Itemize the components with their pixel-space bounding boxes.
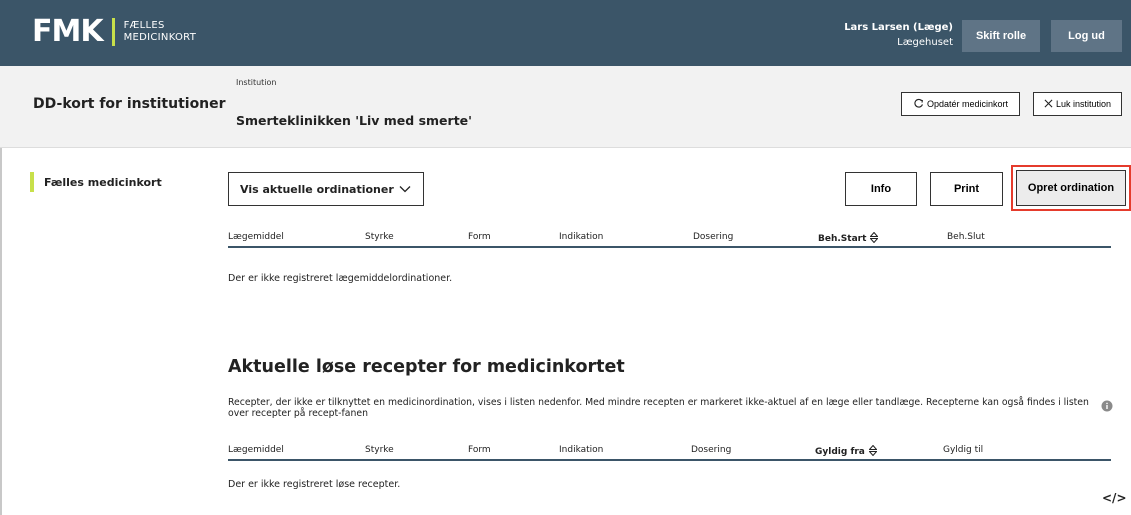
column-header-laegemiddel[interactable]: Lægemiddel <box>228 445 284 455</box>
left-divider <box>0 148 2 515</box>
fmk-logo: FMK FÆLLES MEDICINKORT <box>32 17 196 47</box>
page-title: DD-kort for institutioner <box>33 96 226 112</box>
column-header-form[interactable]: Form <box>468 445 491 455</box>
refresh-label: Opdatér medicinkort <box>926 99 1009 109</box>
column-header-styrke[interactable]: Styrke <box>365 445 394 455</box>
column-header-gyldig-fra[interactable]: Gyldig fra <box>815 444 878 459</box>
sidebar-item-faelles-medicinkort[interactable]: Fælles medicinkort <box>30 172 162 192</box>
user-name: Lars Larsen (Læge) <box>844 22 953 33</box>
logo-text: FÆLLES MEDICINKORT <box>124 20 197 44</box>
prescriptions-title: Aktuelle løse recepter for medicinkortet <box>228 357 625 377</box>
column-header-beh-start[interactable]: Beh.Start <box>818 231 879 246</box>
column-header-indikation[interactable]: Indikation <box>559 232 603 242</box>
column-header-dosering[interactable]: Dosering <box>693 232 733 242</box>
close-institution-button[interactable]: Luk institution <box>1033 92 1122 116</box>
logo-line-1: FÆLLES <box>123 20 165 31</box>
ordination-filter-value: Vis aktuelle ordinationer <box>240 182 394 196</box>
prescriptions-empty-text: Der er ikke registreret løse recepter. <box>228 479 401 490</box>
chevron-down-icon <box>399 183 411 196</box>
info-icon[interactable] <box>1101 397 1113 416</box>
user-info: Lars Larsen (Læge) Lægehuset <box>844 20 953 50</box>
close-icon <box>1044 99 1053 110</box>
beh-start-label: Beh.Start <box>818 234 867 244</box>
gyldig-fra-label: Gyldig fra <box>815 447 865 457</box>
switch-role-button[interactable]: Skift rolle <box>962 20 1040 52</box>
column-header-gyldig-til[interactable]: Gyldig til <box>943 445 983 455</box>
ordinations-empty-text: Der er ikke registreret lægemiddelordina… <box>228 273 453 284</box>
column-header-beh-slut[interactable]: Beh.Slut <box>947 232 985 242</box>
logo-divider <box>111 18 115 46</box>
info-button[interactable]: Info <box>845 172 917 206</box>
prescriptions-table-header: Lægemiddel Styrke Form Indikation Doseri… <box>228 441 1111 461</box>
column-header-laegemiddel[interactable]: Lægemiddel <box>228 232 284 242</box>
refresh-medicine-card-button[interactable]: Opdatér medicinkort <box>901 92 1020 116</box>
column-header-styrke[interactable]: Styrke <box>365 232 394 242</box>
top-bar: FMK FÆLLES MEDICINKORT Lars Larsen (Læge… <box>0 0 1131 66</box>
sort-icon <box>868 444 878 459</box>
column-header-indikation[interactable]: Indikation <box>559 445 603 455</box>
create-ordination-button[interactable]: Opret ordination <box>1016 170 1126 206</box>
logo-mark: FMK <box>32 14 104 49</box>
institution-name: Smerteklinikken 'Liv med smerte' <box>236 113 472 128</box>
institution-label: Institution <box>236 78 277 87</box>
logo-line-2: MEDICINKORT <box>123 32 197 43</box>
logout-button[interactable]: Log ud <box>1051 20 1122 52</box>
print-button[interactable]: Print <box>930 172 1003 206</box>
ordination-filter-select[interactable]: Vis aktuelle ordinationer <box>228 172 424 206</box>
sidebar-item-label: Fælles medicinkort <box>44 175 162 189</box>
user-org: Lægehuset <box>897 37 953 48</box>
sub-header: DD-kort for institutioner Institution Sm… <box>0 66 1131 148</box>
column-header-dosering[interactable]: Dosering <box>691 445 731 455</box>
refresh-icon <box>913 98 924 111</box>
column-header-form[interactable]: Form <box>468 232 491 242</box>
prescriptions-description: Recepter, der ikke er tilknyttet en medi… <box>228 397 1089 419</box>
close-label: Luk institution <box>1055 99 1112 109</box>
sort-icon <box>869 231 879 246</box>
code-icon[interactable]: </> <box>1102 491 1127 505</box>
ordinations-table-header: Lægemiddel Styrke Form Indikation Doseri… <box>228 228 1111 248</box>
